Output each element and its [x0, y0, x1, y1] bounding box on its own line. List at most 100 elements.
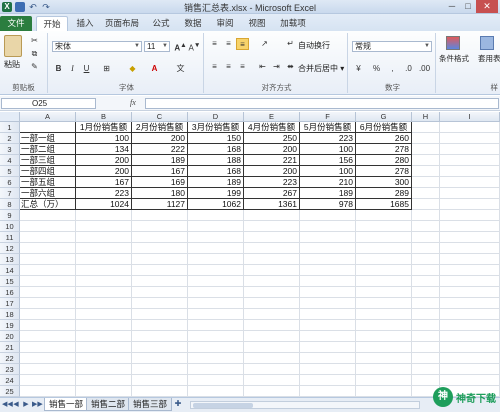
empty-cell[interactable]	[412, 188, 440, 199]
table-cell[interactable]: 280	[356, 155, 412, 166]
tab-formulas[interactable]: 公式	[148, 16, 174, 31]
empty-cell[interactable]	[300, 320, 356, 331]
table-cell[interactable]: 223	[300, 133, 356, 144]
empty-cell[interactable]	[412, 276, 440, 287]
table-cell[interactable]: 200	[244, 166, 300, 177]
empty-cell[interactable]	[244, 243, 300, 254]
empty-cell[interactable]	[356, 254, 412, 265]
empty-cell[interactable]	[188, 342, 244, 353]
empty-cell[interactable]	[412, 342, 440, 353]
table-cell[interactable]: 200	[76, 166, 132, 177]
empty-cell[interactable]	[76, 243, 132, 254]
table-cell[interactable]: 一部二组	[20, 144, 76, 155]
table-cell[interactable]: 169	[132, 177, 188, 188]
empty-cell[interactable]	[20, 265, 76, 276]
empty-cell[interactable]	[412, 155, 440, 166]
table-cell[interactable]: 210	[300, 177, 356, 188]
row-header[interactable]: 8	[0, 199, 20, 210]
empty-cell[interactable]	[440, 122, 500, 133]
empty-cell[interactable]	[188, 386, 244, 397]
row-header[interactable]: 13	[0, 254, 20, 265]
row-header[interactable]: 21	[0, 342, 20, 353]
table-cell[interactable]: 978	[300, 199, 356, 210]
table-cell[interactable]: 1024	[76, 199, 132, 210]
empty-cell[interactable]	[244, 320, 300, 331]
table-header-cell[interactable]: 5月份销售额	[300, 122, 356, 133]
table-header-cell[interactable]	[20, 122, 76, 133]
conditional-format-button[interactable]: 条件格式	[439, 53, 469, 64]
table-cell[interactable]: 100	[300, 144, 356, 155]
empty-cell[interactable]	[20, 254, 76, 265]
empty-cell[interactable]	[300, 342, 356, 353]
empty-cell[interactable]	[76, 386, 132, 397]
empty-cell[interactable]	[412, 221, 440, 232]
tab-home[interactable]: 开始	[36, 16, 68, 31]
wrap-text-button[interactable]: 自动换行	[298, 40, 330, 51]
empty-cell[interactable]	[356, 210, 412, 221]
table-cell[interactable]: 199	[188, 188, 244, 199]
empty-cell[interactable]	[412, 166, 440, 177]
empty-cell[interactable]	[440, 353, 500, 364]
table-header-cell[interactable]: 2月份销售额	[132, 122, 188, 133]
empty-cell[interactable]	[188, 320, 244, 331]
empty-cell[interactable]	[412, 309, 440, 320]
empty-cell[interactable]	[132, 221, 188, 232]
empty-cell[interactable]	[76, 342, 132, 353]
table-cell[interactable]: 267	[244, 188, 300, 199]
empty-cell[interactable]	[412, 364, 440, 375]
table-cell[interactable]: 200	[244, 144, 300, 155]
empty-cell[interactable]	[188, 309, 244, 320]
align-center-icon[interactable]: ≡	[222, 61, 235, 73]
empty-cell[interactable]	[188, 254, 244, 265]
empty-cell[interactable]	[132, 364, 188, 375]
empty-cell[interactable]	[300, 309, 356, 320]
empty-cell[interactable]	[20, 386, 76, 397]
empty-cell[interactable]	[412, 177, 440, 188]
empty-cell[interactable]	[132, 320, 188, 331]
empty-cell[interactable]	[356, 375, 412, 386]
table-cell[interactable]: 1062	[188, 199, 244, 210]
table-cell[interactable]: 一部六组	[20, 188, 76, 199]
prev-sheet-icon[interactable]: ◀	[12, 400, 20, 410]
empty-cell[interactable]	[356, 320, 412, 331]
table-cell[interactable]: 189	[132, 155, 188, 166]
empty-cell[interactable]	[132, 386, 188, 397]
column-header-e[interactable]: E	[244, 112, 300, 122]
empty-cell[interactable]	[20, 364, 76, 375]
table-header-cell[interactable]: 4月份销售额	[244, 122, 300, 133]
italic-button[interactable]: I	[66, 63, 79, 75]
table-cell[interactable]: 168	[188, 144, 244, 155]
decrease-decimal-icon[interactable]: .00	[418, 63, 431, 75]
row-header[interactable]: 6	[0, 177, 20, 188]
empty-cell[interactable]	[356, 221, 412, 232]
empty-cell[interactable]	[132, 342, 188, 353]
empty-cell[interactable]	[132, 210, 188, 221]
table-cell[interactable]: 一部三组	[20, 155, 76, 166]
row-header[interactable]: 2	[0, 133, 20, 144]
decrease-indent-icon[interactable]: ⇤	[256, 61, 269, 73]
row-header[interactable]: 25	[0, 386, 20, 397]
font-size-select[interactable]: 11 ▼	[144, 41, 170, 52]
row-header[interactable]: 11	[0, 232, 20, 243]
table-cell[interactable]: 1361	[244, 199, 300, 210]
empty-cell[interactable]	[188, 221, 244, 232]
align-right-icon[interactable]: ≡	[236, 61, 249, 73]
table-header-cell[interactable]: 3月份销售额	[188, 122, 244, 133]
empty-cell[interactable]	[20, 320, 76, 331]
tab-addins[interactable]: 加载项	[276, 16, 310, 31]
row-header[interactable]: 9	[0, 210, 20, 221]
empty-cell[interactable]	[412, 331, 440, 342]
table-cell[interactable]: 189	[188, 177, 244, 188]
format-painter-icon[interactable]: ✎	[28, 61, 41, 73]
table-cell[interactable]: 278	[356, 144, 412, 155]
empty-cell[interactable]	[412, 199, 440, 210]
table-cell[interactable]: 100	[300, 166, 356, 177]
row-header[interactable]: 18	[0, 309, 20, 320]
empty-cell[interactable]	[300, 232, 356, 243]
sheet-tab-sales-2[interactable]: 销售二部	[86, 398, 131, 411]
empty-cell[interactable]	[440, 320, 500, 331]
paste-label[interactable]: 粘贴	[4, 59, 20, 70]
empty-cell[interactable]	[412, 265, 440, 276]
empty-cell[interactable]	[300, 265, 356, 276]
table-cell[interactable]: 223	[76, 188, 132, 199]
